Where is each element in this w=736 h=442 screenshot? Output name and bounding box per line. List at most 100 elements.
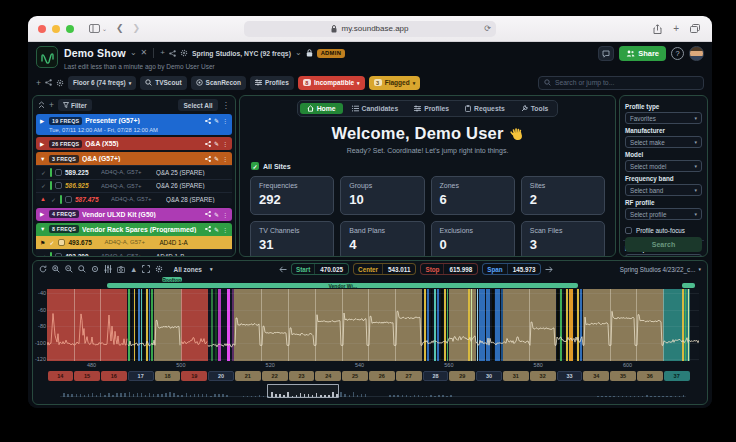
back-icon[interactable]: ❮ [116, 24, 124, 33]
close-show-icon[interactable]: ✕ [141, 49, 148, 57]
tv-channel-cell[interactable]: 23 [289, 371, 315, 381]
floor-gear-icon[interactable] [56, 79, 64, 87]
group-header[interactable]: ▼ 3 FREQS Q&A (G57+) ✎⋮ [36, 152, 232, 165]
floor-selector[interactable]: Floor 6 (74 freqs)▾ [68, 76, 136, 90]
tv-channel-cell[interactable]: 30 [476, 371, 502, 381]
group-header[interactable]: ▶ 19 FREQS Presenter (G57+) ✎⋮ [36, 114, 232, 127]
tv-channel-cell[interactable]: 37 [664, 371, 690, 381]
group-header[interactable]: ▶ 4 FREQS Vendor ULXD Kit (G50) ✎⋮ [36, 208, 232, 221]
show-chevron-icon[interactable]: ⌄ [130, 49, 137, 57]
edit-icon[interactable]: ✎ [214, 226, 219, 233]
add-icon[interactable]: + [160, 49, 165, 57]
share-floor-icon[interactable] [45, 79, 52, 86]
chevron-down-icon[interactable]: ▼ [40, 226, 46, 232]
frequency-row[interactable]: ✓ 586.925 AD4Q-A, G57+ Q&A 26 (SPARE) [36, 179, 232, 193]
marker-icon[interactable]: ▲ [130, 265, 137, 274]
tab-tools[interactable]: Tools [514, 103, 556, 114]
tv-channel-cell[interactable]: 16 [101, 371, 127, 381]
camera-icon[interactable] [117, 266, 125, 273]
zone-bar[interactable] [682, 283, 695, 288]
tab-requests[interactable]: Requests [458, 103, 512, 114]
frequency-row[interactable]: ✓ 589.225 AD4Q-A, G57+ Q&A 25 (SPARE) [36, 165, 232, 179]
settings-gear-icon[interactable] [180, 49, 188, 57]
add-group-icon[interactable]: + [49, 100, 54, 110]
zoom-in-icon[interactable] [52, 265, 60, 273]
group-header[interactable]: ▶ 26 FREQS Q&A (X55) ✎⋮ [36, 137, 232, 150]
band-plan-select[interactable]: ▾ [625, 254, 702, 257]
center-freq-chip[interactable]: Center543.011 [353, 263, 416, 275]
kebab-icon[interactable]: ⋮ [222, 226, 228, 233]
tv-channel-cell[interactable]: 28 [423, 371, 449, 381]
share-button[interactable]: Share [619, 46, 666, 61]
zone-bar[interactable]: Vendor Wi... [107, 283, 578, 288]
tv-channel-cell[interactable]: 22 [262, 371, 288, 381]
target-icon[interactable] [91, 265, 99, 273]
site-selector[interactable]: Spring Studios, NYC (92 freqs) [192, 50, 291, 57]
row-checkbox[interactable] [55, 182, 62, 189]
search-icon[interactable] [78, 265, 86, 273]
frequency-row[interactable]: ✓ 493.200 AD4Q-A, G57+ AD4D 1-B [36, 249, 232, 257]
tvscout-button[interactable]: TVScout [140, 76, 186, 90]
share-nodes-icon[interactable] [169, 50, 176, 57]
share-nodes-icon[interactable] [205, 141, 211, 147]
edit-icon[interactable]: ✎ [214, 155, 219, 162]
kebab-icon[interactable]: ⋮ [222, 117, 228, 124]
fullscreen-icon[interactable] [142, 265, 150, 273]
tv-channel-cell[interactable]: 32 [530, 371, 556, 381]
scan-file-select[interactable]: Spring Studios 4/23/22_c...▾ [620, 266, 701, 273]
share-nodes-icon[interactable] [205, 118, 211, 124]
minimize-traffic-light[interactable] [52, 25, 60, 33]
tv-channel-cell[interactable]: 18 [155, 371, 181, 381]
close-traffic-light[interactable] [38, 25, 46, 33]
maximize-traffic-light[interactable] [66, 25, 74, 33]
profiles-button[interactable]: Profiles [250, 76, 294, 90]
kebab-icon[interactable]: ⋮ [222, 140, 228, 147]
new-tab-icon[interactable]: + [673, 23, 679, 34]
stop-freq-chip[interactable]: Stop615.998 [420, 263, 478, 275]
edit-icon[interactable]: ✎ [214, 117, 219, 124]
tv-channel-cell[interactable]: 36 [637, 371, 663, 381]
spectrum-gear-icon[interactable] [155, 265, 163, 273]
profile-search-button[interactable]: Search [625, 237, 702, 252]
flagged-button[interactable]: 3Flagged▾ [369, 76, 421, 90]
stat-card[interactable]: Zones6 [431, 176, 515, 215]
row-checkbox[interactable] [65, 196, 72, 203]
share-nodes-icon[interactable] [205, 226, 211, 232]
tv-channel-cell[interactable]: 33 [557, 371, 583, 381]
frequency-row[interactable]: ▲ ✓ 587.475 AD4Q-A, G57+ Q&A 28 (SPARE) [36, 192, 232, 206]
pan-right-icon[interactable] [545, 266, 553, 273]
tv-channel-cell[interactable]: 29 [449, 371, 475, 381]
site-chevron-icon[interactable]: ⌄ [295, 49, 302, 57]
tv-channel-cell[interactable]: 26 [369, 371, 395, 381]
stat-card[interactable]: Band Plans4 [340, 221, 424, 257]
tv-channel-cell[interactable]: 27 [396, 371, 422, 381]
filter-button[interactable]: Filter [58, 99, 92, 111]
field-select[interactable]: Select model▾ [625, 160, 702, 172]
group-header[interactable]: ▼ 8 FREQS Vendor Rack Spares (Programmed… [36, 223, 232, 236]
chevron-right-icon[interactable]: ▶ [40, 118, 46, 124]
kebab-icon[interactable]: ⋮ [222, 211, 228, 218]
stat-card[interactable]: Scan Files3 [521, 221, 605, 257]
tv-channel-cell[interactable]: 17 [128, 371, 154, 381]
edit-icon[interactable]: ✎ [214, 140, 219, 147]
stat-card[interactable]: Groups10 [340, 176, 424, 215]
share-page-icon[interactable] [653, 24, 662, 34]
chevron-right-icon[interactable]: ▶ [40, 211, 46, 217]
chevron-right-icon[interactable]: ▶ [40, 141, 46, 147]
start-freq-chip[interactable]: Start470.025 [291, 263, 349, 275]
field-select[interactable]: Select make▾ [625, 136, 702, 148]
all-sites-checkbox[interactable]: ✓All Sites [251, 162, 615, 170]
kebab-icon[interactable]: ⋮ [222, 155, 228, 162]
spectrum-chart[interactable]: -40-60-80-100-120 [47, 289, 699, 361]
url-bar[interactable]: my.soundbase.app ⟳ [244, 21, 496, 37]
avatar[interactable] [689, 46, 704, 61]
sliders-icon[interactable] [104, 265, 112, 273]
row-checkbox[interactable] [55, 253, 62, 257]
field-select[interactable]: Select band▾ [625, 184, 702, 196]
scanrecon-button[interactable]: ScanRecon [191, 76, 246, 90]
field-select[interactable]: Select profile▾ [625, 208, 702, 220]
tv-channel-cell[interactable]: 14 [48, 371, 74, 381]
share-nodes-icon[interactable] [205, 211, 211, 217]
tv-channel-cell[interactable]: 19 [181, 371, 207, 381]
minimap-viewport[interactable] [267, 384, 339, 398]
